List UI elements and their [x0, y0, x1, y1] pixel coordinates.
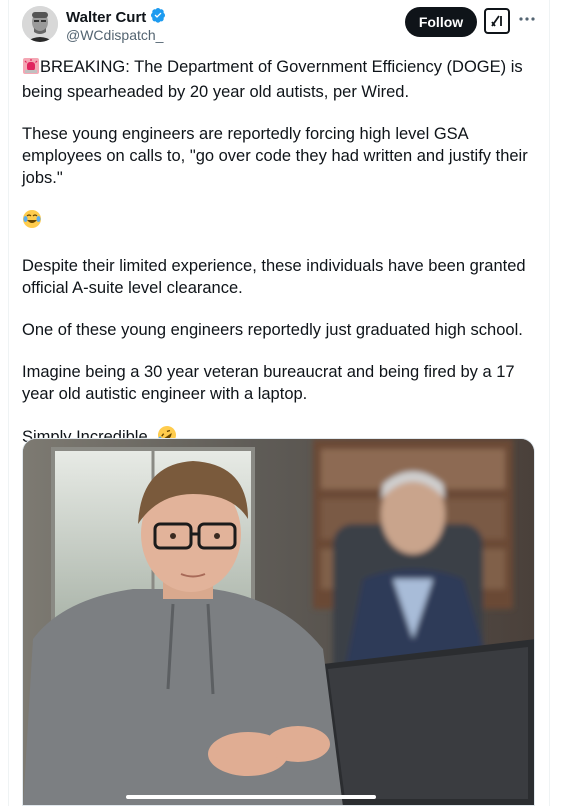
tweet-text: BREAKING: The Department of Government E…	[22, 56, 538, 471]
author-display-name[interactable]: Walter Curt	[66, 9, 146, 26]
avatar[interactable]	[22, 6, 58, 42]
photo-illustration	[23, 439, 534, 805]
follow-button[interactable]: Follow	[405, 7, 477, 37]
author-handle[interactable]: @WCdispatch_	[66, 27, 163, 43]
more-options-icon[interactable]	[516, 8, 538, 30]
grok-icon[interactable]	[484, 8, 510, 34]
tweet-paragraph-5: One of these young engineers reportedly …	[22, 321, 523, 339]
tweet-paragraph-1: BREAKING: The Department of Government E…	[22, 58, 523, 101]
verified-badge-icon	[150, 7, 166, 28]
rotating-light-icon	[22, 57, 40, 81]
face-with-tears-of-joy-icon	[22, 209, 42, 235]
tweet-media-image[interactable]	[22, 438, 535, 806]
tweet-paragraph-4: Despite their limited experience, these …	[22, 257, 526, 297]
tweet-paragraph-6: Imagine being a 30 year veteran bureaucr…	[22, 363, 515, 403]
tweet-paragraph-2: These young engineers are reportedly for…	[22, 125, 528, 187]
media-scrollbar[interactable]	[126, 795, 376, 799]
tweet-paragraph: BREAKING: The Department of Government E…	[22, 56, 538, 103]
author-name-row[interactable]: Walter Curt	[66, 7, 166, 28]
tweet-paragraph-emoji	[22, 209, 538, 235]
